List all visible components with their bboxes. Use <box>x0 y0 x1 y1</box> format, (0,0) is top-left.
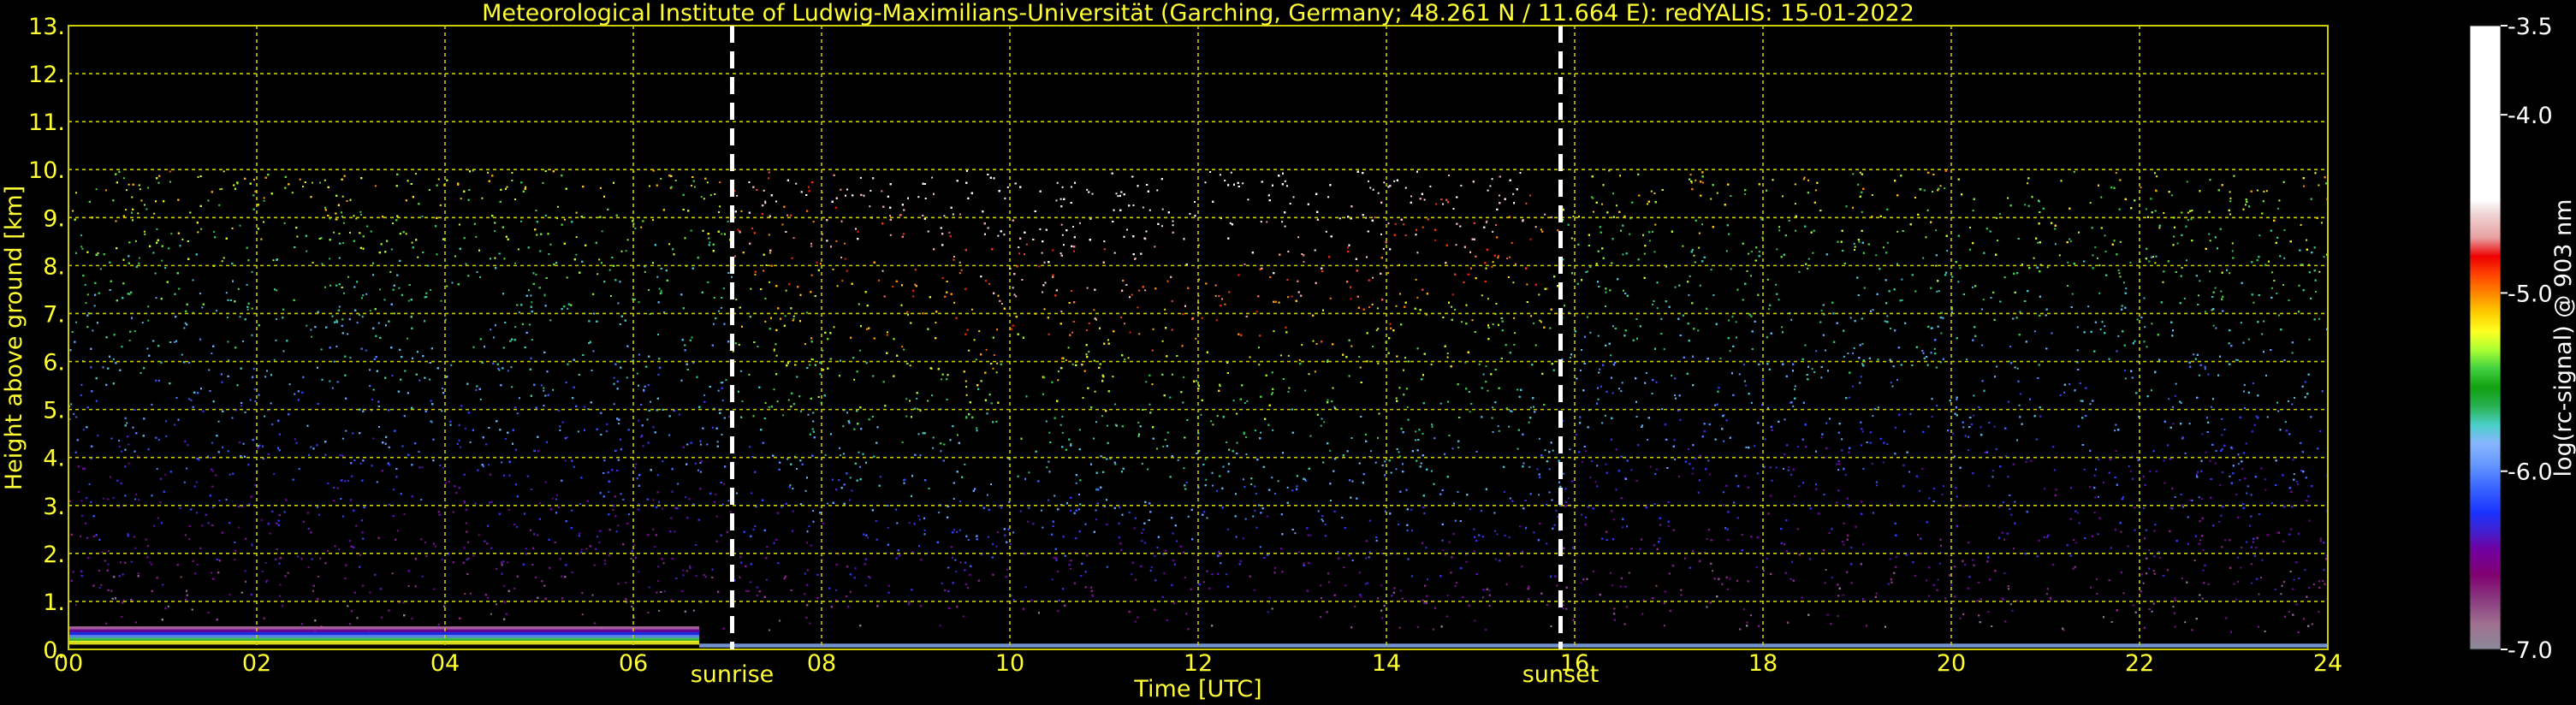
colorbar-tick-label--5.0: -5.0 <box>2508 281 2553 307</box>
y-tick-label-2: 2. <box>43 542 65 568</box>
y-tick-label-4: 4. <box>43 446 65 472</box>
x-tick-label-22: 22 <box>2125 650 2154 677</box>
x-tick-label-02: 02 <box>242 650 271 677</box>
y-tick-label-13: 13. <box>28 14 65 40</box>
y-tick-label-0: 0. <box>43 637 65 664</box>
y-tick-label-7: 7. <box>43 301 65 328</box>
y-tick-label-10: 10. <box>28 157 65 184</box>
y-axis-label: Height above ground [km] <box>1 186 27 490</box>
colorbar-tick-label--6.0: -6.0 <box>2508 459 2553 486</box>
x-tick-label-10: 10 <box>995 650 1024 677</box>
chart-title: Meteorological Institute of Ludwig-Maxim… <box>482 0 1914 27</box>
x-tick-label-16: 16 <box>1560 650 1589 677</box>
x-tick-label-14: 14 <box>1372 650 1401 677</box>
colorbar-scale <box>2469 25 2502 650</box>
lidar-quicklook-chart: sunrise sunset 00 02 04 06 08 10 12 14 16 18 20 22 24… <box>0 0 2576 705</box>
y-tick-label-12: 12. <box>28 62 65 88</box>
y-tick-label-9: 9. <box>43 205 65 232</box>
colorbar-tick-label--4.0: -4.0 <box>2508 103 2553 129</box>
x-tick-label-04: 04 <box>430 650 460 677</box>
x-tick-label-06: 06 <box>619 650 648 677</box>
colorbar-label: log(rc-signal) @ 903 nm <box>2550 199 2576 477</box>
x-tick-label-18: 18 <box>1748 650 1778 677</box>
x-tick-label-12: 12 <box>1184 650 1213 677</box>
y-tick-label-5: 5. <box>43 398 65 424</box>
sunrise-label: sunrise <box>691 661 775 688</box>
y-tick-label-6: 6. <box>43 350 65 376</box>
y-tick-label-11: 11. <box>28 110 65 136</box>
x-tick-label-24: 24 <box>2313 650 2342 677</box>
x-tick-label-20: 20 <box>1937 650 1966 677</box>
colorbar-tick-label--3.5: -3.5 <box>2508 14 2553 40</box>
y-tick-label-1: 1. <box>43 589 65 616</box>
y-tick-label-8: 8. <box>43 253 65 280</box>
y-tick-label-3: 3. <box>43 494 65 520</box>
x-tick-label-08: 08 <box>807 650 836 677</box>
x-axis-label: Time [UTC] <box>1133 676 1261 702</box>
colorbar-tick-label--7.0: -7.0 <box>2508 637 2553 664</box>
